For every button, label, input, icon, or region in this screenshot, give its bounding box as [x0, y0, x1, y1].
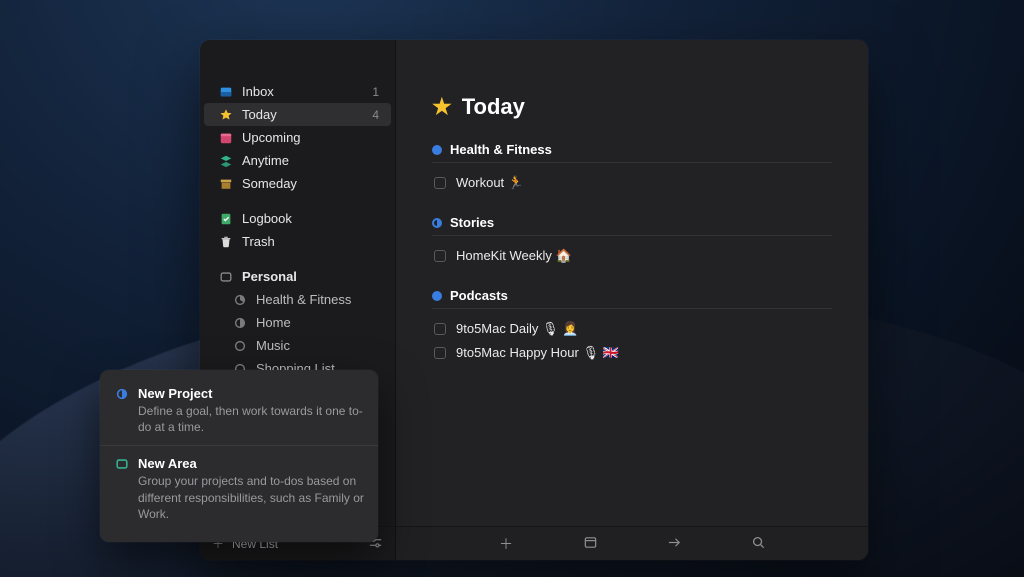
page-title: ★ Today: [432, 94, 832, 120]
project-progress-icon: [232, 315, 247, 330]
logbook-icon: [218, 211, 233, 226]
sidebar-item-label: Music: [256, 338, 290, 353]
main-pane: ★ Today Health & Fitness Workout 🏃 Stori…: [396, 40, 868, 560]
sidebar-item-label: Someday: [242, 176, 297, 191]
sidebar-item-label: Anytime: [242, 153, 289, 168]
inbox-icon: [218, 84, 233, 99]
section-title: Health & Fitness: [450, 142, 552, 157]
section-header[interactable]: Health & Fitness: [432, 142, 832, 163]
move-button[interactable]: [665, 535, 683, 553]
bottom-toolbar: ＋: [396, 526, 868, 560]
sidebar-item-label: Trash: [242, 234, 275, 249]
sidebar-item-trash[interactable]: Trash: [204, 230, 391, 253]
archive-icon: [218, 176, 233, 191]
project-icon: [114, 386, 129, 401]
sidebar-item-today[interactable]: Today 4: [204, 103, 391, 126]
popover-new-area[interactable]: New Area Group your projects and to-dos …: [100, 445, 378, 532]
checkbox[interactable]: [434, 323, 446, 335]
todo-item[interactable]: 9to5Mac Happy Hour 🎙 🇬🇧: [432, 341, 832, 365]
todo-title: HomeKit Weekly 🏠: [456, 248, 572, 264]
sidebar-area-personal[interactable]: Personal: [204, 265, 391, 288]
sidebar-item-anytime[interactable]: Anytime: [204, 149, 391, 172]
sidebar-item-logbook[interactable]: Logbook: [204, 207, 391, 230]
sidebar-project-music[interactable]: Music: [204, 334, 391, 357]
sidebar-item-label: Health & Fitness: [256, 292, 351, 307]
checkbox[interactable]: [434, 250, 446, 262]
schedule-button[interactable]: [581, 535, 599, 553]
project-progress-icon: [232, 292, 247, 307]
area-icon: [218, 269, 233, 284]
section-header[interactable]: Podcasts: [432, 288, 832, 309]
todo-item[interactable]: Workout 🏃: [432, 171, 832, 195]
todo-title: Workout 🏃: [456, 175, 524, 191]
search-button[interactable]: [749, 535, 767, 553]
sidebar-project-home[interactable]: Home: [204, 311, 391, 334]
popover-item-title: New Area: [138, 456, 197, 471]
sidebar-project-health[interactable]: Health & Fitness: [204, 288, 391, 311]
project-dot-icon: [432, 291, 442, 301]
todo-title: 9to5Mac Happy Hour 🎙 🇬🇧: [456, 345, 619, 361]
project-progress-icon: [232, 338, 247, 353]
sidebar-item-count: 4: [372, 108, 379, 122]
checkbox[interactable]: [434, 347, 446, 359]
new-todo-button[interactable]: ＋: [497, 534, 515, 554]
sidebar-item-label: Home: [256, 315, 291, 330]
sidebar-item-count: 1: [372, 85, 379, 99]
stack-icon: [218, 153, 233, 168]
section-stories: Stories HomeKit Weekly 🏠: [432, 215, 832, 268]
todo-item[interactable]: HomeKit Weekly 🏠: [432, 244, 832, 268]
popover-item-title: New Project: [138, 386, 212, 401]
sidebar-item-someday[interactable]: Someday: [204, 172, 391, 195]
todo-title: 9to5Mac Daily 🎙 👩‍💼: [456, 321, 578, 337]
sidebar-item-label: Personal: [242, 269, 297, 284]
project-dot-icon: [432, 145, 442, 155]
star-icon: ★: [432, 94, 452, 120]
area-icon: [114, 456, 129, 471]
star-icon: [218, 107, 233, 122]
popover-item-desc: Group your projects and to-dos based on …: [114, 473, 364, 522]
calendar-icon: [218, 130, 233, 145]
section-header[interactable]: Stories: [432, 215, 832, 236]
section-title: Stories: [450, 215, 494, 230]
popover-new-project[interactable]: New Project Define a goal, then work tow…: [100, 380, 378, 445]
new-list-popover: New Project Define a goal, then work tow…: [100, 370, 378, 542]
trash-icon: [218, 234, 233, 249]
sidebar-item-label: Upcoming: [242, 130, 301, 145]
section-title: Podcasts: [450, 288, 508, 303]
sidebar-item-inbox[interactable]: Inbox 1: [204, 80, 391, 103]
todo-item[interactable]: 9to5Mac Daily 🎙 👩‍💼: [432, 317, 832, 341]
section-health: Health & Fitness Workout 🏃: [432, 142, 832, 195]
project-dot-icon: [432, 218, 442, 228]
page-title-text: Today: [462, 94, 525, 120]
popover-item-desc: Define a goal, then work towards it one …: [114, 403, 364, 435]
sidebar-item-label: Today: [242, 107, 277, 122]
section-podcasts: Podcasts 9to5Mac Daily 🎙 👩‍💼 9to5Mac Hap…: [432, 288, 832, 365]
sidebar-item-label: Logbook: [242, 211, 292, 226]
sidebar-item-label: Inbox: [242, 84, 274, 99]
sidebar-item-upcoming[interactable]: Upcoming: [204, 126, 391, 149]
checkbox[interactable]: [434, 177, 446, 189]
